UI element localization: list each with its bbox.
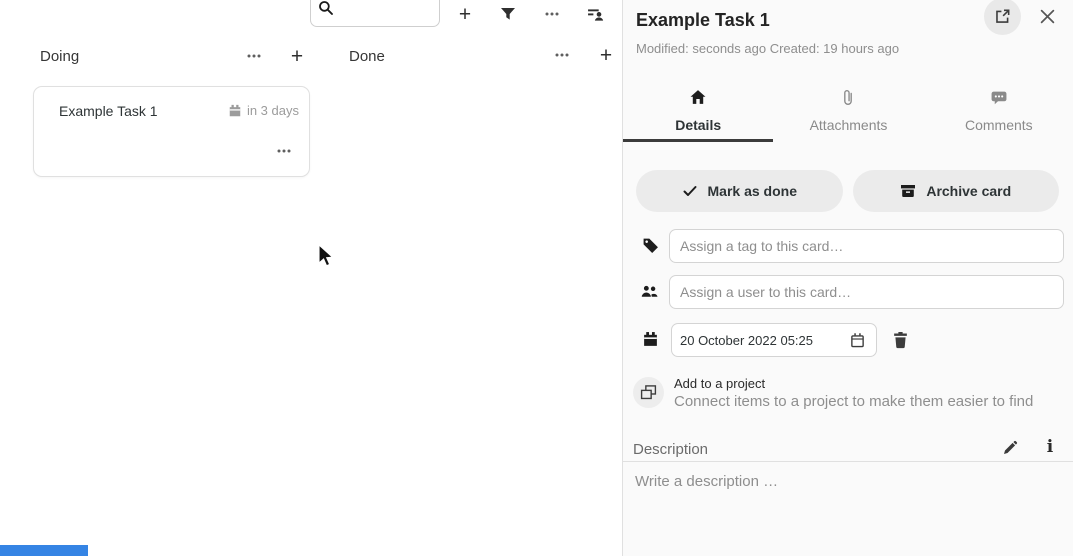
- card-detail-panel: Example Task 1 Modified: seconds ago Cre…: [622, 0, 1073, 556]
- panel-meta: Modified: seconds ago Created: 19 hours …: [636, 41, 899, 56]
- column-title-done: Done: [349, 48, 385, 65]
- tab-comments[interactable]: Comments: [924, 83, 1073, 142]
- filter-icon[interactable]: [495, 1, 521, 27]
- archive-card-label: Archive card: [926, 183, 1011, 199]
- close-icon[interactable]: [1035, 4, 1060, 29]
- assign-tag-input[interactable]: [669, 229, 1064, 263]
- search-input[interactable]: [310, 0, 440, 27]
- task-card-due: in 3 days: [228, 103, 299, 118]
- detail-tabs: Details Attachments Comments: [623, 83, 1073, 142]
- description-divider: [623, 461, 1073, 462]
- external-link-icon: [994, 8, 1011, 25]
- mark-as-done-label: Mark as done: [708, 183, 797, 199]
- assign-user-input[interactable]: [669, 275, 1064, 309]
- mouse-cursor: [318, 244, 336, 274]
- doing-column-more-icon[interactable]: [241, 43, 267, 69]
- panel-title: Example Task 1: [636, 10, 770, 31]
- kanban-board: + Doing + Done + Example Task 1: [0, 0, 622, 556]
- card-more-icon[interactable]: [271, 138, 297, 164]
- more-menu-icon[interactable]: [539, 1, 565, 27]
- add-to-project-subtitle: Connect items to a project to make them …: [674, 393, 1033, 410]
- due-date-field[interactable]: 20 October 2022 05:25: [671, 323, 877, 357]
- tab-details-label: Details: [623, 117, 773, 133]
- tab-attachments-label: Attachments: [773, 117, 923, 133]
- tab-comments-label: Comments: [924, 117, 1073, 133]
- tab-details[interactable]: Details: [623, 83, 773, 142]
- tag-icon: [642, 237, 659, 259]
- doing-column-add-button[interactable]: +: [284, 43, 310, 69]
- delete-date-icon[interactable]: [887, 327, 913, 353]
- plus-icon: +: [600, 45, 612, 66]
- sort-by-user-icon[interactable]: [582, 1, 608, 27]
- add-card-button[interactable]: +: [452, 1, 478, 27]
- mark-as-done-button[interactable]: Mark as done: [636, 170, 843, 212]
- plus-icon: +: [291, 46, 303, 67]
- done-column-add-button[interactable]: +: [593, 42, 619, 68]
- open-in-window-button[interactable]: [984, 0, 1021, 35]
- bottom-left-blue-bar: [0, 545, 88, 556]
- archive-card-button[interactable]: Archive card: [853, 170, 1060, 212]
- comment-icon: [990, 89, 1007, 109]
- archive-icon: [900, 183, 916, 199]
- add-to-project-button[interactable]: [633, 377, 664, 408]
- home-icon: [690, 89, 707, 109]
- calendar-icon: [642, 331, 659, 353]
- done-column-more-icon[interactable]: [549, 42, 575, 68]
- calendar-icon: [228, 104, 242, 118]
- column-title-doing: Doing: [40, 48, 79, 65]
- app-window: + Doing + Done + Example Task 1: [0, 0, 1073, 556]
- date-picker-icon[interactable]: [846, 329, 868, 351]
- pencil-icon: [1002, 440, 1018, 456]
- plus-icon: +: [459, 4, 471, 25]
- task-card[interactable]: Example Task 1 in 3 days: [33, 86, 310, 177]
- description-label: Description: [633, 441, 708, 458]
- due-date-value: 20 October 2022 05:25: [680, 333, 846, 348]
- check-icon: [682, 183, 698, 199]
- description-placeholder[interactable]: Write a description …: [635, 473, 778, 490]
- users-icon: [640, 283, 659, 305]
- projects-icon: [640, 384, 657, 401]
- task-card-title: Example Task 1: [59, 103, 158, 119]
- due-label: in 3 days: [247, 103, 299, 118]
- tab-attachments[interactable]: Attachments: [773, 83, 923, 142]
- card-action-buttons: Mark as done Archive card: [636, 170, 1059, 212]
- edit-description-icon[interactable]: [997, 436, 1023, 460]
- add-to-project-title[interactable]: Add to a project: [674, 376, 765, 391]
- search-icon: [318, 0, 334, 21]
- description-info-icon[interactable]: i: [1037, 434, 1063, 460]
- paperclip-icon: [840, 89, 857, 109]
